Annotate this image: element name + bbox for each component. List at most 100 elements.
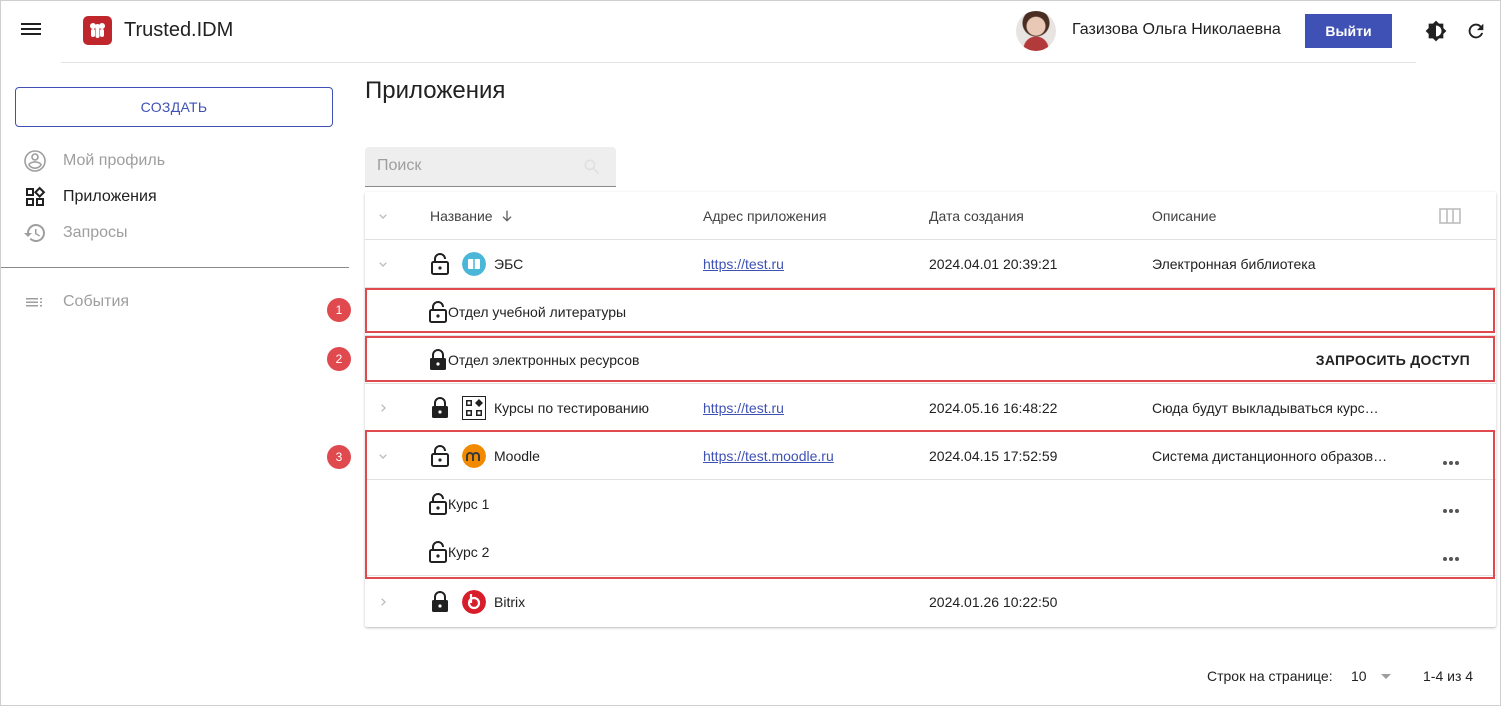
app-name: Курсы по тестированию: [494, 400, 649, 416]
resource-name: Курс 1: [448, 496, 490, 512]
moodle-icon: [462, 444, 486, 468]
create-button[interactable]: СОЗДАТЬ: [15, 87, 333, 127]
table-row[interactable]: Moodle https://test.moodle.ru 2024.04.15…: [365, 432, 1496, 480]
chevron-down-icon[interactable]: [375, 448, 391, 464]
more-options-icon[interactable]: [1443, 548, 1463, 561]
app-header: Trusted.IDM Газизова Ольга Николаевна Вы…: [1, 1, 1500, 61]
pagination-range: 1-4 из 4: [1423, 668, 1474, 684]
bitrix-icon: [462, 590, 486, 614]
more-options-icon[interactable]: [1443, 452, 1463, 465]
chevron-right-icon[interactable]: [375, 594, 391, 610]
chevron-down-icon[interactable]: [375, 256, 391, 272]
history-icon: [24, 224, 45, 242]
apps-widgets-icon: [26, 186, 46, 206]
sidebar-item-requests[interactable]: Запросы: [23, 221, 128, 245]
name-cell: Курс 2: [428, 528, 489, 576]
widgets-icon: [462, 396, 486, 420]
sidebar-item-profile[interactable]: Мой профиль: [23, 149, 165, 173]
logout-button[interactable]: Выйти: [1305, 14, 1392, 48]
account-circle-icon: [24, 150, 46, 172]
table-row[interactable]: Отдел электронных ресурсов ЗАПРОСИТЬ ДОС…: [365, 336, 1496, 384]
app-name: Moodle: [494, 448, 540, 464]
sidebar-divider: [1, 267, 349, 268]
resource-name: Курс 2: [448, 544, 490, 560]
lock-open-icon: [429, 301, 447, 323]
lock-closed-icon: [432, 397, 448, 418]
table-header-row: Название Адрес приложения Дата создания …: [365, 192, 1496, 240]
column-header-description[interactable]: Описание: [1152, 192, 1216, 240]
resource-name: Отдел учебной литературы: [448, 304, 627, 320]
page-title: Приложения: [365, 77, 506, 104]
user-avatar[interactable]: [1016, 11, 1056, 51]
sidebar-item-label: Запросы: [63, 224, 128, 241]
sidebar-item-label: Приложения: [63, 188, 157, 205]
description-cell: Сюда будут выкладываться курс…: [1152, 400, 1379, 416]
sidebar-item-events[interactable]: События: [23, 290, 129, 314]
callout-marker-2: 2: [327, 347, 351, 371]
name-cell: Bitrix: [430, 578, 525, 626]
rows-per-page-label: Строк на странице:: [1207, 668, 1333, 684]
resource-name: Отдел электронных ресурсов: [448, 352, 640, 368]
rows-per-page-select[interactable]: 10: [1351, 668, 1391, 684]
refresh-icon[interactable]: [1465, 20, 1487, 42]
lock-open-icon: [429, 493, 447, 515]
search-icon[interactable]: [582, 157, 602, 177]
table-row[interactable]: Курс 2: [365, 528, 1496, 576]
date-cell: 2024.04.15 17:52:59: [929, 448, 1058, 464]
book-icon: [462, 252, 486, 276]
sidebar-item-applications[interactable]: Приложения: [23, 185, 157, 209]
lock-open-icon: [431, 253, 449, 275]
column-header-url[interactable]: Адрес приложения: [703, 192, 826, 240]
user-name: Газизова Ольга Николаевна: [1072, 21, 1281, 38]
expand-all-chevron-icon[interactable]: [375, 208, 391, 224]
dropdown-arrow-icon: [1380, 673, 1391, 679]
description-cell: Система дистанционного образов…: [1152, 448, 1388, 464]
column-header-date[interactable]: Дата создания: [929, 192, 1024, 240]
lock-closed-icon: [432, 591, 448, 612]
app-url-link[interactable]: https://test.ru: [703, 256, 784, 272]
search-input[interactable]: [365, 147, 575, 185]
theme-toggle-icon[interactable]: [1425, 20, 1447, 42]
table-row[interactable]: Bitrix 2024.01.26 10:22:50: [365, 578, 1496, 626]
name-cell: Курс 1: [428, 480, 489, 528]
name-cell: ЭБС: [430, 240, 523, 288]
more-options-icon[interactable]: [1443, 500, 1463, 513]
request-access-button[interactable]: ЗАПРОСИТЬ ДОСТУП: [1316, 336, 1470, 384]
sidebar-item-label: Мой профиль: [63, 152, 166, 169]
chevron-right-icon[interactable]: [375, 400, 391, 416]
table-row[interactable]: Курс 1: [365, 480, 1496, 528]
column-header-label: Название: [430, 208, 493, 224]
columns-view-icon[interactable]: [1439, 208, 1461, 224]
app-url-link[interactable]: https://test.moodle.ru: [703, 448, 834, 464]
name-cell: Отдел учебной литературы: [428, 288, 626, 336]
list-events-icon: [26, 298, 42, 307]
applications-table: Название Адрес приложения Дата создания …: [365, 192, 1496, 627]
date-cell: 2024.04.01 20:39:21: [929, 256, 1058, 272]
table-row[interactable]: Отдел учебной литературы: [365, 288, 1496, 336]
search-box: [365, 147, 616, 187]
hamburger-menu-icon[interactable]: [21, 21, 41, 41]
name-cell: Moodle: [430, 432, 540, 480]
date-cell: 2024.01.26 10:22:50: [929, 594, 1058, 610]
lock-open-icon: [429, 541, 447, 563]
sort-arrow-down-icon[interactable]: [499, 208, 515, 224]
app-name: Bitrix: [494, 594, 526, 610]
app-logo: [83, 16, 112, 45]
callout-marker-1: 1: [327, 298, 351, 322]
name-cell: Курсы по тестированию: [430, 384, 649, 432]
name-cell: Отдел электронных ресурсов: [428, 336, 639, 384]
header-divider: [61, 62, 1416, 63]
app-name: ЭБС: [494, 256, 524, 272]
callout-marker-3: 3: [327, 445, 351, 469]
rows-per-page-value: 10: [1351, 668, 1367, 684]
table-row[interactable]: Курсы по тестированию https://test.ru 20…: [365, 384, 1496, 432]
app-url-link[interactable]: https://test.ru: [703, 400, 784, 416]
lock-open-icon: [431, 445, 449, 467]
lock-closed-icon: [430, 349, 446, 370]
date-cell: 2024.05.16 16:48:22: [929, 400, 1058, 416]
column-header-name[interactable]: Название: [430, 192, 515, 240]
table-row[interactable]: ЭБС https://test.ru 2024.04.01 20:39:21 …: [365, 240, 1496, 288]
description-cell: Электронная библиотека: [1152, 256, 1316, 272]
sidebar-item-label: События: [63, 293, 130, 310]
app-title: Trusted.IDM: [124, 19, 234, 41]
